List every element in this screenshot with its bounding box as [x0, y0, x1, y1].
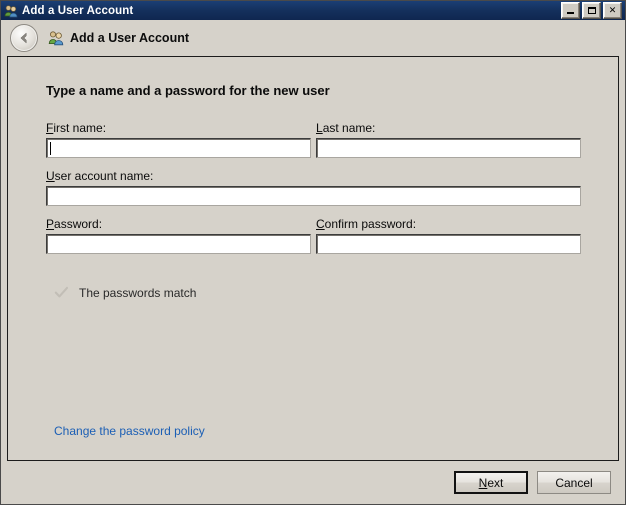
user-form: First name: Last name: User account name… [46, 121, 581, 265]
close-button[interactable]: ✕ [603, 2, 622, 19]
users-icon [48, 30, 64, 46]
back-arrow-icon [16, 30, 32, 46]
close-icon: ✕ [608, 5, 617, 15]
title-bar: Add a User Account ✕ [1, 1, 625, 20]
user-account-name-input[interactable] [46, 186, 581, 206]
password-match-label: The passwords match [79, 285, 197, 300]
maximize-button[interactable] [582, 2, 601, 19]
minimize-button[interactable] [561, 2, 580, 19]
first-name-label: First name: [46, 121, 107, 135]
user-account-name-field-group: User account name: [46, 169, 581, 206]
first-name-field-group: First name: [46, 121, 311, 158]
text-caret [50, 141, 51, 155]
confirm-password-field-group: Confirm password: [316, 217, 581, 254]
change-password-policy-link[interactable]: Change the password policy [54, 424, 205, 438]
last-name-label: Last name: [316, 121, 376, 135]
next-button[interactable]: Next [454, 471, 528, 494]
password-label: Password: [46, 217, 103, 231]
account-name-row: User account name: [46, 169, 581, 206]
confirm-password-input[interactable] [316, 234, 581, 254]
cancel-button-label: Cancel [555, 475, 593, 490]
content-panel: Type a name and a password for the new u… [7, 56, 619, 461]
dialog-footer: Next Cancel [1, 461, 625, 504]
add-user-account-window: Add a User Account ✕ Add a User Account … [0, 0, 626, 505]
check-icon [54, 285, 69, 300]
content-area: Type a name and a password for the new u… [1, 56, 625, 461]
last-name-field-group: Last name: [316, 121, 581, 158]
confirm-password-label: Confirm password: [316, 217, 417, 231]
back-button[interactable] [10, 24, 38, 52]
first-name-input[interactable] [46, 138, 311, 158]
cancel-button[interactable]: Cancel [537, 471, 611, 494]
password-row: Password: Confirm password: [46, 217, 581, 254]
page-title: Type a name and a password for the new u… [46, 83, 330, 98]
password-field-group: Password: [46, 217, 311, 254]
password-match-indicator: The passwords match [54, 285, 196, 300]
header-title: Add a User Account [70, 31, 190, 45]
last-name-input[interactable] [316, 138, 581, 158]
dialog-header: Add a User Account [1, 20, 625, 56]
next-button-label: Next [478, 475, 504, 490]
name-row: First name: Last name: [46, 121, 581, 158]
users-icon [4, 4, 18, 18]
password-input[interactable] [46, 234, 311, 254]
window-controls: ✕ [561, 2, 624, 19]
user-account-name-label: User account name: [46, 169, 154, 183]
window-title: Add a User Account [22, 4, 134, 17]
